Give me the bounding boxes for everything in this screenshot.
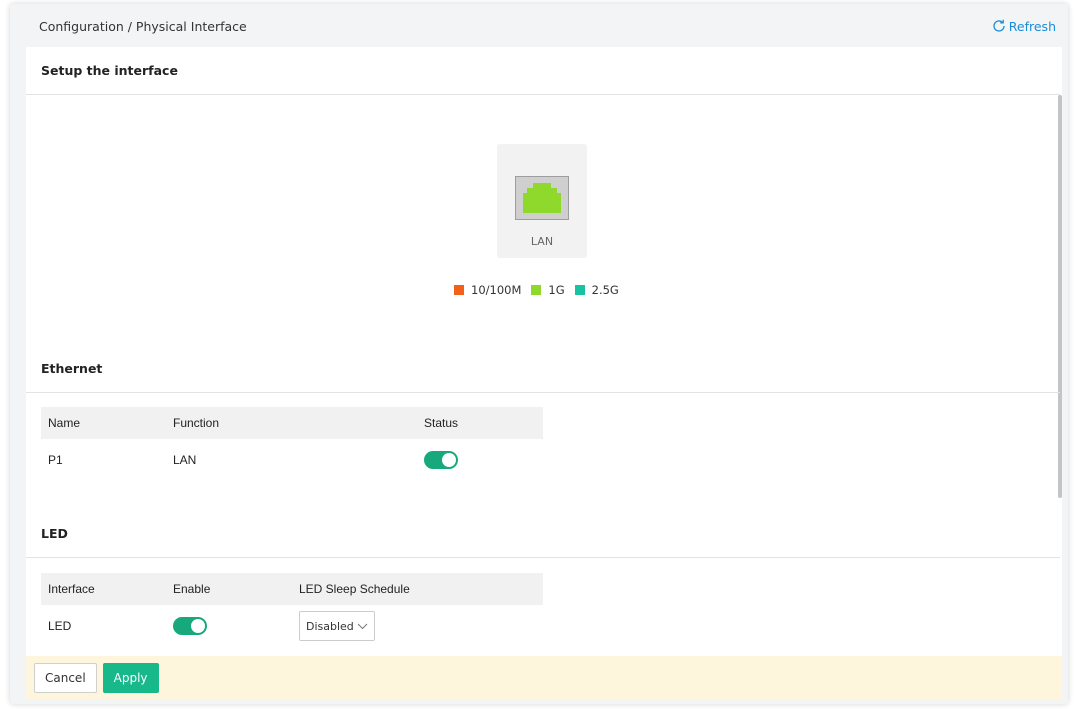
refresh-icon	[993, 19, 1005, 32]
setup-section-title: Setup the interface	[26, 47, 1060, 95]
main-panel: Setup the interface LAN 10/100M 1G 2.5G …	[26, 47, 1062, 656]
status-cell	[417, 439, 543, 481]
ethernet-port-icon	[515, 176, 569, 220]
legend-label: 1G	[548, 283, 565, 297]
table-row: P1 LAN	[41, 439, 543, 481]
ethernet-section-title: Ethernet	[26, 345, 1060, 393]
led-table: Interface Enable LED Sleep Schedule LED …	[41, 573, 543, 647]
cancel-button[interactable]: Cancel	[34, 663, 97, 693]
table-header-row: Interface Enable LED Sleep Schedule	[41, 573, 543, 605]
scrollbar[interactable]	[1058, 95, 1062, 498]
column-header: Enable	[166, 573, 292, 605]
table-row: LED Disabled	[41, 605, 543, 647]
chevron-down-icon	[357, 623, 368, 629]
legend-label: 2.5G	[591, 283, 619, 297]
refresh-button[interactable]: Refresh	[991, 18, 1056, 34]
table-header-row: Name Function Status	[41, 407, 543, 439]
breadcrumb: Configuration / Physical Interface	[39, 18, 247, 34]
swatch-10-100m	[454, 285, 464, 295]
column-header: Function	[166, 407, 417, 439]
port-label: LAN	[530, 235, 554, 248]
speed-legend: 10/100M 1G 2.5G	[454, 283, 619, 297]
swatch-1g	[531, 285, 542, 295]
led-interface: LED	[41, 605, 166, 647]
port-card-lan[interactable]: LAN	[497, 144, 587, 258]
top-bar: Configuration / Physical Interface Refre…	[26, 4, 1068, 48]
schedule-cell: Disabled	[292, 605, 543, 647]
legend-item-10-100m: 10/100M	[454, 283, 521, 297]
apply-button[interactable]: Apply	[102, 663, 159, 693]
column-header: Interface	[41, 573, 166, 605]
column-header: LED Sleep Schedule	[292, 573, 543, 605]
column-header: Status	[417, 407, 543, 439]
legend-label: 10/100M	[471, 283, 522, 297]
column-header: Name	[41, 407, 166, 439]
led-sleep-schedule-select[interactable]: Disabled	[299, 611, 375, 641]
enable-cell	[166, 605, 292, 647]
ethernet-table: Name Function Status P1 LAN	[41, 407, 543, 481]
refresh-label: Refresh	[1008, 18, 1056, 34]
swatch-2-5g	[574, 285, 585, 295]
select-value: Disabled	[306, 619, 354, 633]
legend-item-1g: 1G	[531, 283, 565, 297]
port-function: LAN	[166, 439, 417, 481]
led-section-title: LED	[26, 510, 1060, 558]
legend-item-2-5g: 2.5G	[574, 283, 619, 297]
port-name: P1	[41, 439, 166, 481]
led-enable-toggle[interactable]	[173, 617, 207, 635]
status-toggle[interactable]	[424, 451, 458, 469]
action-bar: Cancel Apply	[26, 656, 1062, 700]
